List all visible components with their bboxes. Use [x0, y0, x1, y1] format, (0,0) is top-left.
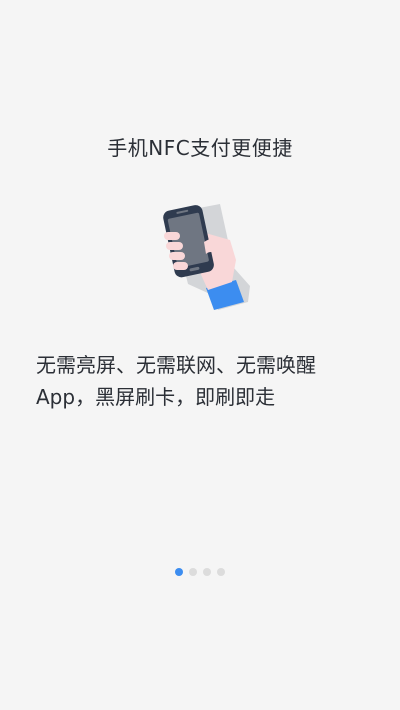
onboarding-screen: 手机NFC支付更便捷 无需亮屏、无需联网、无需唤醒 App，黑屏刷卡，即刷即走	[0, 0, 400, 710]
page-dot-3[interactable]	[203, 568, 211, 576]
description-line-2: App，黑屏刷卡，即刷即走	[36, 385, 276, 409]
slide-description: 无需亮屏、无需联网、无需唤醒 App，黑屏刷卡，即刷即走	[36, 349, 376, 413]
page-indicator	[0, 568, 400, 576]
page-dot-1[interactable]	[175, 568, 183, 576]
slide-title: 手机NFC支付更便捷	[107, 136, 293, 160]
description-line-1: 无需亮屏、无需联网、无需唤醒	[36, 353, 316, 377]
hand-holding-phone-icon	[158, 198, 258, 318]
page-dot-2[interactable]	[189, 568, 197, 576]
page-dot-4[interactable]	[217, 568, 225, 576]
